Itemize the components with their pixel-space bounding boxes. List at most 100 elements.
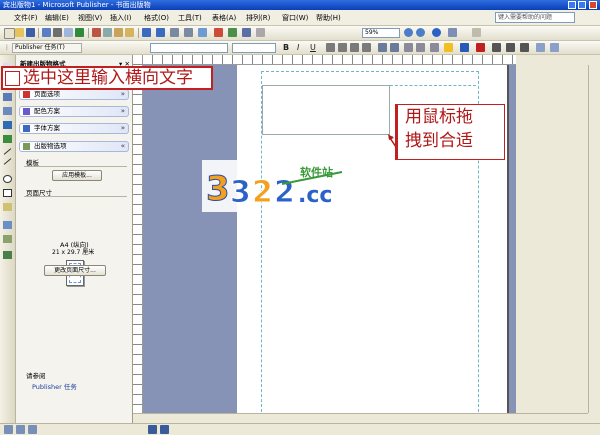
shadow-icon[interactable] xyxy=(536,43,545,52)
section-font-scheme[interactable]: 字体方案 » xyxy=(19,123,129,134)
chevron-down-icon: » xyxy=(120,90,125,98)
help-icon[interactable] xyxy=(432,28,441,37)
line-style-icon[interactable] xyxy=(492,43,501,52)
3d-icon[interactable] xyxy=(550,43,559,52)
align-right-icon[interactable] xyxy=(350,43,359,52)
menu-arrange[interactable]: 排列(R) xyxy=(246,13,270,23)
status-icon[interactable] xyxy=(4,425,13,434)
rectangle-icon[interactable] xyxy=(3,189,12,197)
clip-art-icon[interactable] xyxy=(3,135,12,143)
insert-table-icon[interactable] xyxy=(228,28,237,37)
copy-icon[interactable] xyxy=(103,28,112,37)
close-button[interactable] xyxy=(589,1,597,9)
numbering-icon[interactable] xyxy=(378,43,387,52)
svg-text:2: 2 xyxy=(252,175,273,210)
zoom-in-icon[interactable] xyxy=(416,28,425,37)
bring-front-icon[interactable] xyxy=(170,28,179,37)
dash-style-icon[interactable] xyxy=(506,43,515,52)
more-buttons-icon[interactable] xyxy=(448,28,457,37)
new-icon[interactable] xyxy=(4,28,15,39)
grid-icon[interactable] xyxy=(472,28,481,37)
site-watermark-logo: 3 3 2 2 .cc 软件站 xyxy=(202,160,352,212)
open-icon[interactable] xyxy=(15,28,24,37)
menu-table[interactable]: 表格(A) xyxy=(212,13,236,23)
font-color-icon[interactable] xyxy=(476,43,485,52)
menu-edit[interactable]: 编辑(E) xyxy=(45,13,69,23)
rotate-icon[interactable] xyxy=(198,28,207,37)
form-control-icon[interactable] xyxy=(3,251,12,259)
arrow-icon[interactable] xyxy=(3,158,12,165)
publisher-tasks-link[interactable]: Publisher 任务 xyxy=(32,381,77,391)
task-pane: 新建出版物格式 ▾ ✕ 页面选项 » 配色方案 » 字体方案 » 出版物选项 «… xyxy=(16,55,133,423)
text-frame[interactable] xyxy=(262,85,390,135)
send-back-icon[interactable] xyxy=(184,28,193,37)
align-center-icon[interactable] xyxy=(338,43,347,52)
menu-file[interactable]: 文件(F) xyxy=(14,13,38,23)
save-icon[interactable] xyxy=(26,28,35,37)
menu-tools[interactable]: 工具(T) xyxy=(178,13,202,23)
arrow-style-icon[interactable] xyxy=(520,43,529,52)
increase-indent-icon[interactable] xyxy=(416,43,425,52)
special-chars-icon[interactable] xyxy=(256,28,265,37)
font-size-shrink-icon[interactable] xyxy=(430,43,439,52)
status-icon[interactable] xyxy=(28,425,37,434)
menu-view[interactable]: 视图(V) xyxy=(78,13,102,23)
bold-button[interactable]: B xyxy=(283,43,289,53)
section-color-scheme[interactable]: 配色方案 » xyxy=(19,106,129,117)
design-gallery-icon[interactable] xyxy=(3,235,12,243)
line-color-icon[interactable] xyxy=(460,43,469,52)
vertical-ruler[interactable] xyxy=(133,55,143,413)
menu-format[interactable]: 格式(O) xyxy=(144,13,169,23)
preview-icon[interactable] xyxy=(64,28,73,37)
status-icon[interactable] xyxy=(16,425,25,434)
mail-icon[interactable] xyxy=(42,28,51,37)
undo-icon[interactable] xyxy=(142,28,151,37)
oval-icon[interactable] xyxy=(3,175,12,183)
justify-icon[interactable] xyxy=(362,43,371,52)
underline-button[interactable]: U xyxy=(310,43,316,53)
print-icon[interactable] xyxy=(53,28,62,37)
horizontal-scrollbar[interactable] xyxy=(133,413,588,423)
horizontal-ruler[interactable] xyxy=(143,55,516,65)
annotation-drag-to-fit: 用鼠标拖 拽到合适 xyxy=(395,104,505,160)
standard-toolbar: 59% xyxy=(0,26,600,41)
minimize-button[interactable] xyxy=(568,1,576,9)
bullets-icon[interactable] xyxy=(390,43,399,52)
paste-icon[interactable] xyxy=(114,28,123,37)
spelling-icon[interactable] xyxy=(75,28,84,37)
help-search-input[interactable]: 键入需要帮助的问题 xyxy=(495,12,575,23)
font-name-select[interactable] xyxy=(232,43,276,53)
align-left-icon[interactable] xyxy=(326,43,335,52)
zoom-select[interactable]: 59% xyxy=(362,28,400,38)
picture-frame-icon[interactable] xyxy=(3,121,12,129)
columns-icon[interactable] xyxy=(242,28,251,37)
insert-hyperlink-icon[interactable] xyxy=(214,28,223,37)
wordart-icon[interactable] xyxy=(3,107,12,115)
format-painter-icon[interactable] xyxy=(125,28,134,37)
autoshapes-icon[interactable] xyxy=(3,203,12,211)
hot-spot-icon[interactable] xyxy=(3,221,12,229)
objects-toolbar xyxy=(0,55,16,423)
maximize-button[interactable] xyxy=(578,1,586,9)
page-navigator-icon[interactable] xyxy=(148,425,157,434)
line-icon[interactable] xyxy=(3,148,12,155)
menu-insert[interactable]: 插入(I) xyxy=(110,13,132,23)
decrease-indent-icon[interactable] xyxy=(404,43,413,52)
section-page-options[interactable]: 页面选项 » xyxy=(19,89,129,100)
menu-help[interactable]: 帮助(H) xyxy=(316,13,341,23)
table-frame-icon[interactable] xyxy=(3,93,12,101)
italic-button[interactable]: I xyxy=(297,43,299,53)
zoom-out-icon[interactable] xyxy=(404,28,413,37)
annotation-text: 选中这里输入横向文字 xyxy=(23,68,193,88)
redo-icon[interactable] xyxy=(156,28,165,37)
fill-color-icon[interactable] xyxy=(444,43,453,52)
font-style-select[interactable] xyxy=(150,43,228,53)
publisher-tasks-button[interactable]: Publisher 任务(T) xyxy=(12,43,82,53)
cut-icon[interactable] xyxy=(92,28,101,37)
page-navigator-icon[interactable] xyxy=(160,425,169,434)
section-publication-options[interactable]: 出版物选项 « xyxy=(19,141,129,152)
apply-template-button[interactable]: 应用模板... xyxy=(52,170,102,181)
change-page-size-button[interactable]: 更改页面尺寸... xyxy=(44,265,106,276)
menu-window[interactable]: 窗口(W) xyxy=(282,13,308,23)
vertical-scrollbar[interactable] xyxy=(588,65,600,413)
